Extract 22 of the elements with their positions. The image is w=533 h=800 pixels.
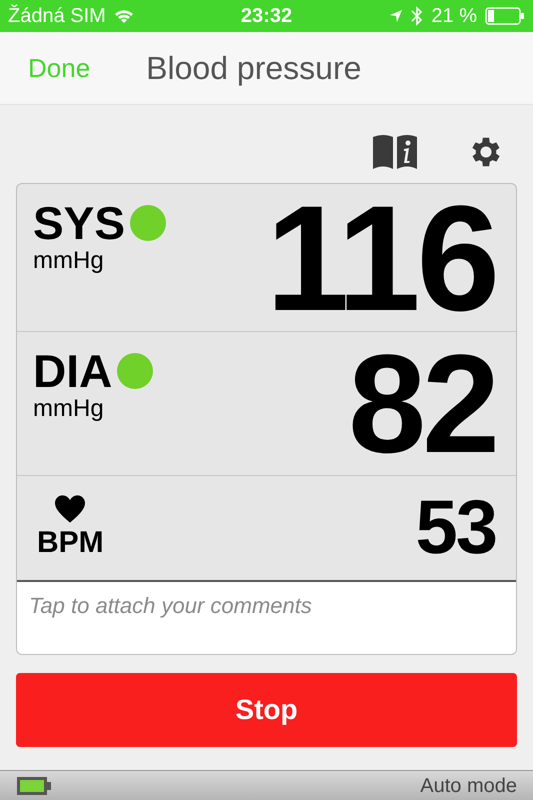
mode-label: Auto mode — [420, 774, 517, 798]
carrier-label: Žádná SIM — [8, 4, 106, 29]
heart-icon — [53, 494, 88, 524]
comments-field[interactable]: Tap to attach your comments — [17, 582, 516, 654]
info-book-icon[interactable] — [371, 133, 419, 169]
stop-button[interactable]: Stop — [16, 673, 517, 747]
reading-value: 82 — [348, 334, 496, 474]
reading-label: BPM — [37, 525, 104, 562]
location-icon — [389, 9, 404, 23]
reading-value: 53 — [415, 490, 496, 566]
reading-label: SYS — [33, 200, 126, 246]
reading-label: DIA — [33, 348, 112, 394]
screen-title: Blood pressure — [146, 49, 362, 88]
unit-label: mmHg — [33, 394, 105, 424]
battery-icon — [16, 776, 52, 796]
battery-percent: 21 % — [431, 4, 477, 29]
clock: 23:32 — [240, 4, 292, 29]
wifi-icon — [114, 8, 134, 24]
unit-label: mmHg — [33, 246, 105, 276]
battery-icon — [485, 7, 525, 25]
bluetooth-icon — [411, 6, 424, 26]
reading-value: 116 — [266, 184, 496, 332]
